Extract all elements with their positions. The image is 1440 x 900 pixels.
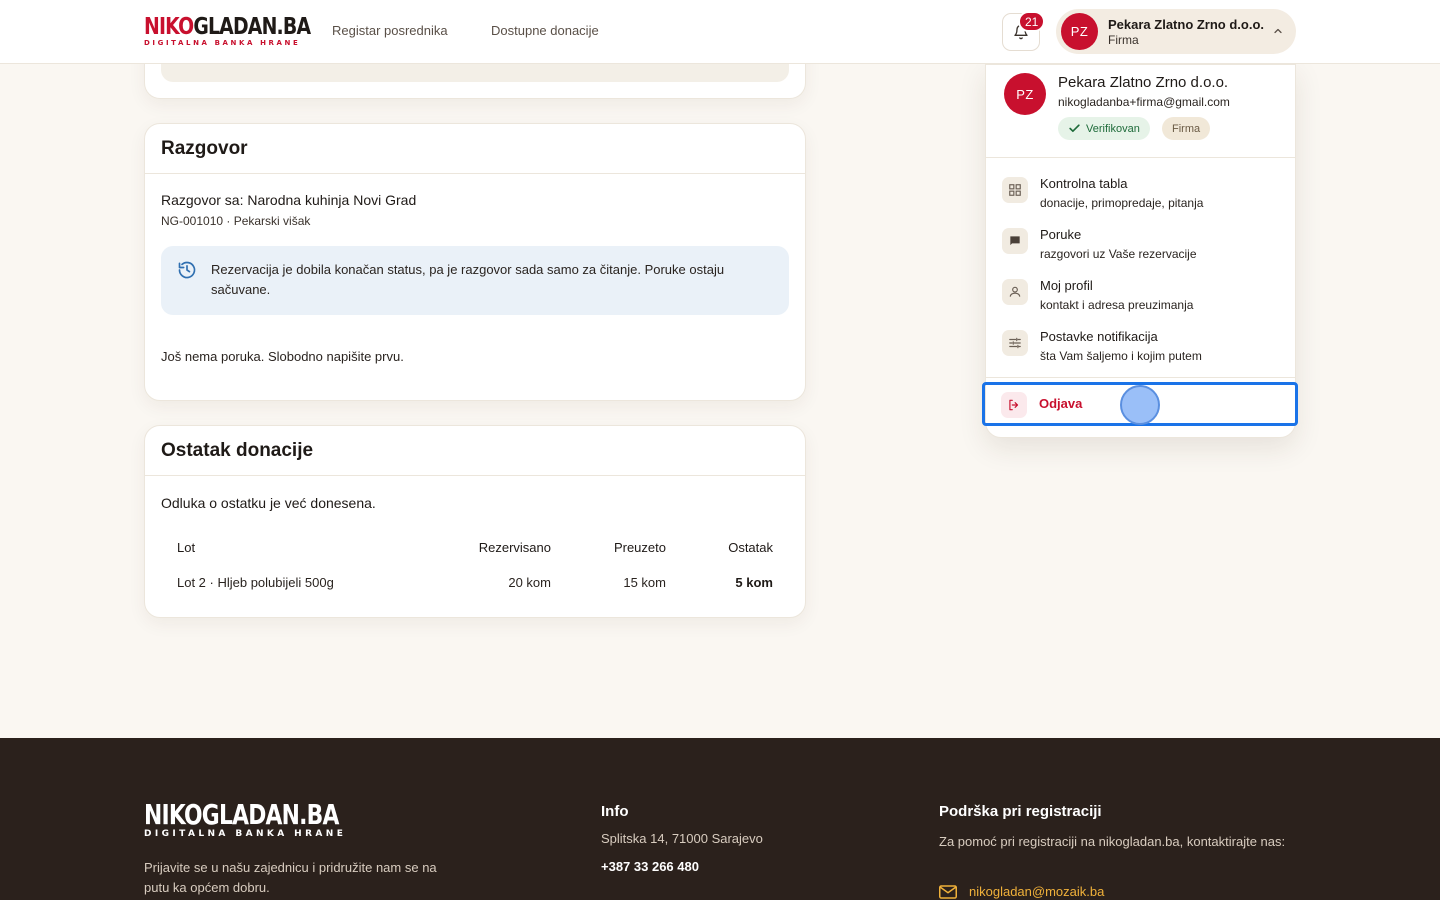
dashboard-icon bbox=[1002, 177, 1028, 203]
column-header-ostatak: Ostatak bbox=[728, 540, 773, 555]
empty-messages-text: Još nema poruka. Slobodno napišite prvu. bbox=[161, 349, 404, 364]
dropdown-divider bbox=[986, 157, 1295, 158]
user-role: Firma bbox=[1108, 33, 1139, 47]
logout-label: Odjava bbox=[1039, 396, 1083, 411]
remainder-card-title: Ostatak donacije bbox=[145, 426, 805, 476]
logo-subtitle: DIGITALNA BANKA HRANE bbox=[144, 39, 301, 47]
verified-badge: Verifikovan bbox=[1058, 117, 1150, 140]
chevron-up-icon bbox=[1274, 28, 1282, 34]
dropdown-user-email: nikogladanba+firma@gmail.com bbox=[1058, 95, 1230, 109]
avatar: PZ bbox=[1061, 13, 1098, 50]
footer-tagline: Prijavite se u našu zajednicu i pridruži… bbox=[144, 860, 437, 895]
menu-item-postavke-notifikacija[interactable]: Postavke notifikacija šta Vam šaljemo i … bbox=[1002, 321, 1282, 365]
conversation-partner: Razgovor sa: Narodna kuhinja Novi Grad bbox=[161, 192, 417, 208]
notification-count-badge: 21 bbox=[1018, 11, 1046, 32]
user-menu-toggle[interactable]: PZ Pekara Zlatno Zrno d.o.o. Firma bbox=[1056, 9, 1296, 54]
menu-item-poruke[interactable]: Poruke razgovori uz Vaše rezervacije bbox=[1002, 219, 1282, 263]
remainder-decision-text: Odluka o ostatku je već donesena. bbox=[161, 495, 376, 511]
check-icon bbox=[1069, 124, 1080, 133]
dropdown-divider bbox=[986, 377, 1295, 378]
dropdown-avatar: PZ bbox=[1004, 73, 1046, 115]
menu-item-kontrolna-tabla[interactable]: Kontrolna tabla donacije, primopredaje, … bbox=[1002, 168, 1282, 212]
person-icon bbox=[1002, 279, 1028, 305]
remainder-card: Ostatak donacije Odluka o ostatku je već… bbox=[144, 425, 806, 618]
mail-icon bbox=[939, 884, 957, 899]
footer-support-text: Za pomoć pri registraciji na nikogladan.… bbox=[939, 834, 1286, 849]
user-name: Pekara Zlatno Zrno d.o.o. bbox=[1108, 17, 1265, 32]
click-indicator bbox=[1120, 385, 1160, 425]
menu-item-moj-profil[interactable]: Moj profil kontakt i adresa preuzimanja bbox=[1002, 270, 1282, 314]
table-cell-preuzeto: 15 kom bbox=[623, 575, 666, 590]
column-header-preuzeto: Preuzeto bbox=[613, 540, 666, 555]
nav-link-registar[interactable]: Registar posrednika bbox=[332, 23, 448, 38]
history-icon bbox=[178, 261, 196, 279]
table-cell-rezervisano: 20 kom bbox=[508, 575, 551, 590]
top-header: NIKOGLADAN.BA DIGITALNA BANKA HRANE Regi… bbox=[0, 0, 1440, 64]
dropdown-user-name: Pekara Zlatno Zrno d.o.o. bbox=[1058, 74, 1229, 91]
footer-logo[interactable]: NIKOGLADAN.BA DIGITALNA BANKA HRANE bbox=[144, 801, 394, 839]
tune-icon bbox=[1002, 330, 1028, 356]
chat-card-title: Razgovor bbox=[145, 124, 805, 174]
footer-address: Splitska 14, 71000 Sarajevo bbox=[601, 831, 763, 846]
logout-icon bbox=[1001, 392, 1027, 418]
account-type-badge: Firma bbox=[1162, 117, 1211, 140]
brand-logo[interactable]: NIKOGLADAN.BA DIGITALNA BANKA HRANE bbox=[144, 16, 347, 47]
chat-icon bbox=[1002, 228, 1028, 254]
table-cell-lot: Lot 2 · Hljeb polubijeli 500g bbox=[177, 575, 334, 590]
readonly-notice: Rezervacija je dobila konačan status, pa… bbox=[161, 246, 789, 315]
column-header-lot: Lot bbox=[177, 540, 196, 555]
footer-support-email[interactable]: nikogladan@mozaik.ba bbox=[939, 884, 1104, 899]
footer-phone[interactable]: +387 33 266 480 bbox=[601, 859, 699, 874]
nav-link-donacije[interactable]: Dostupne donacije bbox=[491, 23, 599, 38]
chat-card: Razgovor Razgovor sa: Narodna kuhinja No… bbox=[144, 123, 806, 401]
footer-info-title: Info bbox=[601, 803, 629, 820]
conversation-meta: NG-001010 · Pekarski višak bbox=[161, 214, 311, 228]
readonly-notice-text: Rezervacija je dobila konačan status, pa… bbox=[211, 262, 725, 297]
logo-wordmark: NIKOGLADAN.BA bbox=[144, 14, 311, 40]
table-cell-ostatak: 5 kom bbox=[735, 575, 773, 590]
footer-support-title: Podrška pri registraciji bbox=[939, 803, 1102, 820]
site-footer: NIKOGLADAN.BA DIGITALNA BANKA HRANE Prij… bbox=[0, 738, 1440, 900]
column-header-rezervisano: Rezervisano bbox=[478, 540, 551, 555]
